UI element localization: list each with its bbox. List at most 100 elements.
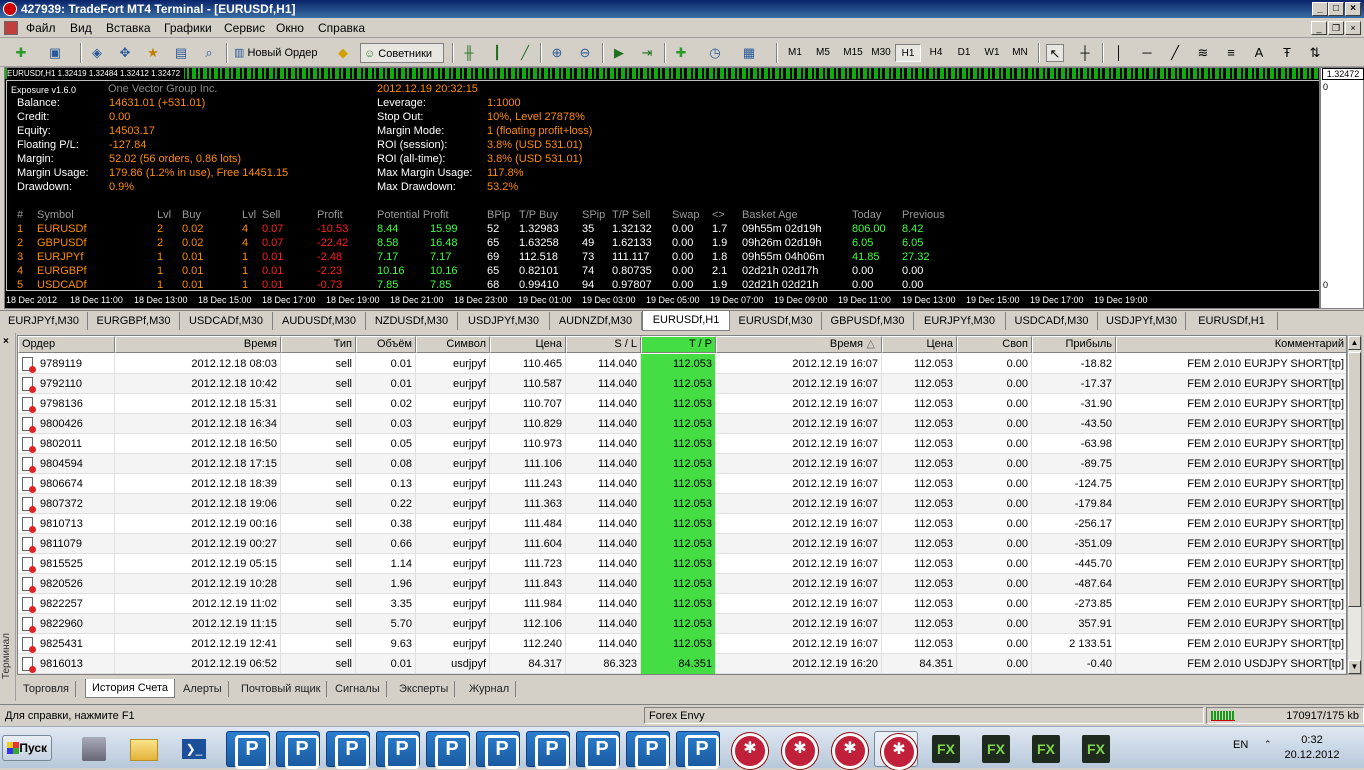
- table-row[interactable]: 9820526 2012.12.19 10:28 sell 1.96 eurjpyf 11…: [18, 574, 1346, 594]
- new-chart-icon[interactable]: ✚: [12, 44, 30, 62]
- language-indicator[interactable]: EN: [1233, 739, 1248, 751]
- column-header[interactable]: Время: [115, 336, 281, 353]
- terminal-tab[interactable]: История Счета: [85, 679, 176, 698]
- scroll-thumb[interactable]: [1348, 352, 1361, 607]
- menu-view[interactable]: Вид: [70, 21, 92, 35]
- taskbar-fx-2[interactable]: [974, 731, 1018, 767]
- taskbar-tradefort-2[interactable]: [776, 731, 820, 769]
- column-header[interactable]: T / P: [641, 336, 716, 353]
- maximize-button[interactable]: □: [1328, 2, 1344, 16]
- table-row[interactable]: 9806674 2012.12.18 18:39 sell 0.13 eurjpyf 11…: [18, 474, 1346, 494]
- period-h1[interactable]: H1: [895, 44, 921, 62]
- terminal-tab[interactable]: Почтовый ящик: [235, 681, 328, 697]
- chart-window-icon[interactable]: [4, 21, 18, 35]
- menu-help[interactable]: Справка: [318, 21, 365, 35]
- taskbar-tradefort-1[interactable]: [726, 731, 770, 769]
- column-header[interactable]: Тип: [281, 336, 356, 353]
- taskbar-mt4-9[interactable]: [626, 731, 670, 769]
- table-row[interactable]: 9807372 2012.12.18 19:06 sell 0.22 eurjpyf 11…: [18, 494, 1346, 514]
- new-order-button[interactable]: ▥ Новый Ордер: [234, 43, 330, 63]
- taskbar-mt4-4[interactable]: [376, 731, 420, 769]
- minimize-button[interactable]: _: [1312, 2, 1328, 16]
- menu-charts[interactable]: Графики: [164, 21, 212, 35]
- scroll-up-icon[interactable]: ▲: [1348, 336, 1361, 350]
- column-header[interactable]: Цена: [490, 336, 566, 353]
- chart-shift-icon[interactable]: ⇥: [638, 44, 656, 62]
- data-window-icon[interactable]: ✥: [116, 44, 134, 62]
- taskbar-powershell[interactable]: ❯_: [172, 731, 216, 767]
- mdi-restore-button[interactable]: ❐: [1328, 21, 1344, 35]
- taskbar-explorer[interactable]: [122, 731, 166, 767]
- profiles-icon[interactable]: ▣: [46, 44, 64, 62]
- taskbar-tradefort-3[interactable]: [826, 731, 870, 769]
- column-header[interactable]: Прибыль: [1032, 336, 1116, 353]
- channel-icon[interactable]: ≋: [1194, 44, 1212, 62]
- arrows-icon[interactable]: ⇅: [1306, 44, 1324, 62]
- period-h4[interactable]: H4: [923, 44, 949, 62]
- close-button[interactable]: ×: [1345, 2, 1361, 16]
- tray-expand-icon[interactable]: ⌃: [1264, 737, 1272, 752]
- chart-tab[interactable]: NZDUSDf,M30: [366, 312, 458, 330]
- taskbar-fx-4[interactable]: [1074, 731, 1118, 767]
- period-m30[interactable]: M30: [866, 44, 896, 62]
- menu-tools[interactable]: Сервис: [224, 21, 265, 35]
- taskbar-tradefort-active[interactable]: [874, 731, 918, 770]
- column-header[interactable]: Время △: [716, 336, 882, 353]
- chart-tab[interactable]: EURUSDf,M30: [730, 312, 822, 330]
- menu-file[interactable]: Файл: [26, 21, 56, 35]
- line-chart-icon[interactable]: ╱: [516, 44, 534, 62]
- table-row[interactable]: 9802011 2012.12.18 16:50 sell 0.05 eurjpyf 11…: [18, 434, 1346, 454]
- chart-tab[interactable]: EURJPYf,M30: [0, 312, 88, 330]
- navigator-icon[interactable]: ★: [144, 44, 162, 62]
- chart-tab[interactable]: AUDNZDf,M30: [550, 312, 642, 330]
- table-row[interactable]: 9810713 2012.12.19 00:16 sell 0.38 eurjpyf 11…: [18, 514, 1346, 534]
- scroll-down-icon[interactable]: ▼: [1348, 660, 1361, 674]
- column-header[interactable]: S / L: [566, 336, 641, 353]
- horizontal-line-icon[interactable]: ─: [1138, 44, 1156, 62]
- taskbar-mt4-3[interactable]: [326, 731, 370, 769]
- crosshair-icon[interactable]: ┼: [1076, 44, 1094, 62]
- experts-button[interactable]: ☺ Советники: [360, 43, 444, 63]
- column-header[interactable]: Объём: [356, 336, 416, 353]
- fibonacci-icon[interactable]: ≡: [1222, 44, 1240, 62]
- taskbar-fx-3[interactable]: [1024, 731, 1068, 767]
- table-row[interactable]: 9789119 2012.12.18 08:03 sell 0.01 eurjpyf 11…: [18, 354, 1346, 374]
- metaeditor-icon[interactable]: ◆: [334, 44, 352, 62]
- start-button[interactable]: Пуск: [2, 735, 52, 761]
- chart-tab[interactable]: AUDUSDf,M30: [273, 312, 366, 330]
- vertical-line-icon[interactable]: │: [1110, 44, 1128, 62]
- auto-scroll-icon[interactable]: ▶: [610, 44, 628, 62]
- period-m1[interactable]: M1: [782, 44, 808, 62]
- indicators-icon[interactable]: ✚: [672, 44, 690, 62]
- terminal-tab[interactable]: Торговля: [17, 681, 76, 697]
- table-row[interactable]: 9800426 2012.12.18 16:34 sell 0.03 eurjpyf 11…: [18, 414, 1346, 434]
- table-row[interactable]: 9804594 2012.12.18 17:15 sell 0.08 eurjpyf 11…: [18, 454, 1346, 474]
- mdi-minimize-button[interactable]: _: [1311, 21, 1327, 35]
- period-m15[interactable]: M15: [838, 44, 868, 62]
- chart-tab[interactable]: USDCADf,M30: [180, 312, 273, 330]
- taskbar-mt4-10[interactable]: [676, 731, 720, 769]
- column-header[interactable]: Символ: [416, 336, 490, 353]
- cursor-icon[interactable]: ↖: [1046, 44, 1064, 62]
- column-header[interactable]: Ордер: [18, 336, 115, 353]
- taskbar-mt4-1[interactable]: [226, 731, 270, 769]
- trendline-icon[interactable]: ╱: [1166, 44, 1184, 62]
- chart-tab[interactable]: GBPUSDf,M30: [822, 312, 914, 330]
- chart-window[interactable]: EURUSDf,H1 1.32419 1.32484 1.32412 1.324…: [4, 67, 1320, 309]
- text-icon[interactable]: A: [1250, 44, 1268, 62]
- terminal-icon[interactable]: ▤: [172, 44, 190, 62]
- mdi-close-button[interactable]: ×: [1345, 21, 1361, 35]
- taskbar-server-manager[interactable]: [74, 731, 114, 767]
- taskbar-fx-1[interactable]: [924, 731, 968, 767]
- menu-insert[interactable]: Вставка: [106, 21, 151, 35]
- menu-window[interactable]: Окно: [276, 21, 304, 35]
- taskbar-mt4-2[interactable]: [276, 731, 320, 769]
- table-row[interactable]: 9816013 2012.12.19 06:52 sell 0.01 usdjpyf 84…: [18, 654, 1346, 674]
- column-header[interactable]: Своп: [957, 336, 1032, 353]
- table-row[interactable]: 9811079 2012.12.19 00:27 sell 0.66 eurjpyf 11…: [18, 534, 1346, 554]
- taskbar-mt4-8[interactable]: [576, 731, 620, 769]
- bar-chart-icon[interactable]: ╫: [460, 44, 478, 62]
- table-row[interactable]: 9815525 2012.12.19 05:15 sell 1.14 eurjpyf 11…: [18, 554, 1346, 574]
- chart-tab[interactable]: USDJPYf,M30: [1098, 312, 1186, 330]
- table-row[interactable]: 9792110 2012.12.18 10:42 sell 0.01 eurjpyf 11…: [18, 374, 1346, 394]
